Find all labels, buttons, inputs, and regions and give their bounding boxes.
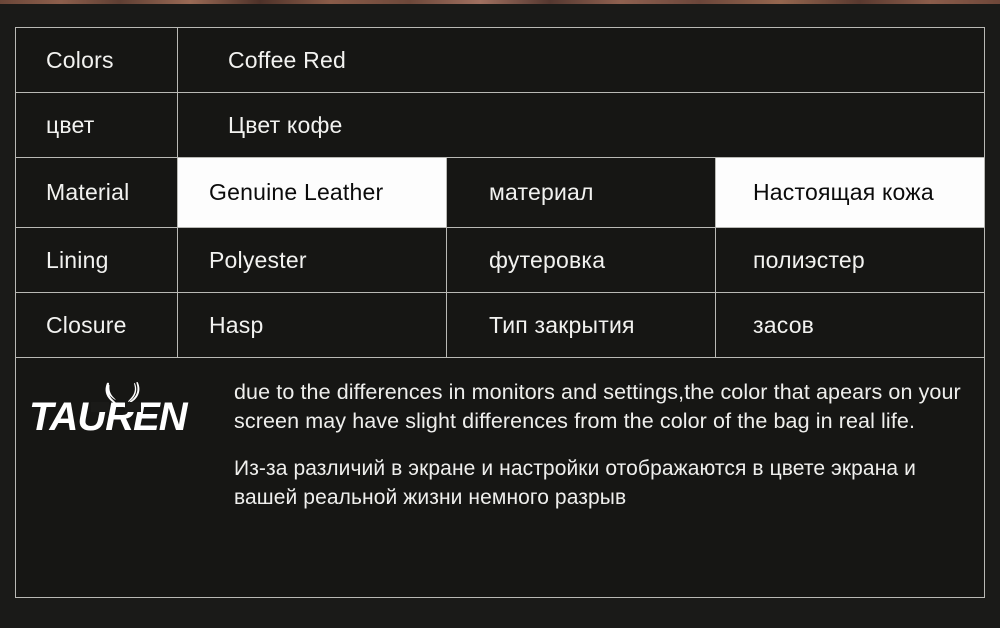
spec-label-material: Material: [15, 157, 178, 228]
spec-value-material-ru: Настоящая кожа: [715, 157, 985, 228]
table-row: Lining Polyester футеровка полиэстер: [15, 227, 985, 293]
spec-label-closure: Closure: [15, 292, 178, 358]
spec-value-material-en: Genuine Leather: [177, 157, 447, 228]
spec-value-lining-ru: полиэстер: [715, 227, 985, 293]
spec-label-color-ru: цвет: [15, 92, 178, 158]
disclaimer-russian: Из-за различий в экране и настройки отоб…: [234, 457, 916, 510]
spec-label-closure-ru: Тип закрытия: [446, 292, 716, 358]
table-row: Material Genuine Leather материал Настоя…: [15, 157, 985, 228]
tauren-bull-logo-icon: TAUREN: [29, 382, 190, 439]
disclaimer-text-block: due to the differences in monitors and s…: [234, 378, 984, 513]
table-row: Closure Hasp Тип закрытия засов: [15, 292, 985, 358]
tauren-logo: TAUREN: [16, 378, 234, 440]
spec-label-material-ru: материал: [446, 157, 716, 228]
spec-value-colors: Coffee Red: [177, 27, 985, 93]
table-row: TAUREN due to the differences in monitor…: [15, 357, 985, 598]
table-row: цвет Цвет кофе: [15, 92, 985, 158]
spec-label-lining: Lining: [15, 227, 178, 293]
product-specification-table: Colors Coffee Red цвет Цвет кофе Materia…: [15, 27, 985, 598]
top-image-sliver: [0, 0, 1000, 4]
disclaimer-english: due to the differences in monitors and s…: [234, 380, 961, 433]
spec-value-color-ru: Цвет кофе: [177, 92, 985, 158]
spec-table-body: Colors Coffee Red цвет Цвет кофе Materia…: [15, 27, 985, 598]
table-row: Colors Coffee Red: [15, 27, 985, 93]
spec-label-lining-ru: футеровка: [446, 227, 716, 293]
footer-disclaimer-cell: TAUREN due to the differences in monitor…: [15, 357, 985, 598]
spec-value-closure-en: Hasp: [177, 292, 447, 358]
footer-content: TAUREN due to the differences in monitor…: [16, 358, 984, 597]
spec-value-closure-ru: засов: [715, 292, 985, 358]
spec-label-colors: Colors: [15, 27, 178, 93]
tauren-wordmark: TAUREN: [29, 395, 189, 439]
spec-value-lining-en: Polyester: [177, 227, 447, 293]
